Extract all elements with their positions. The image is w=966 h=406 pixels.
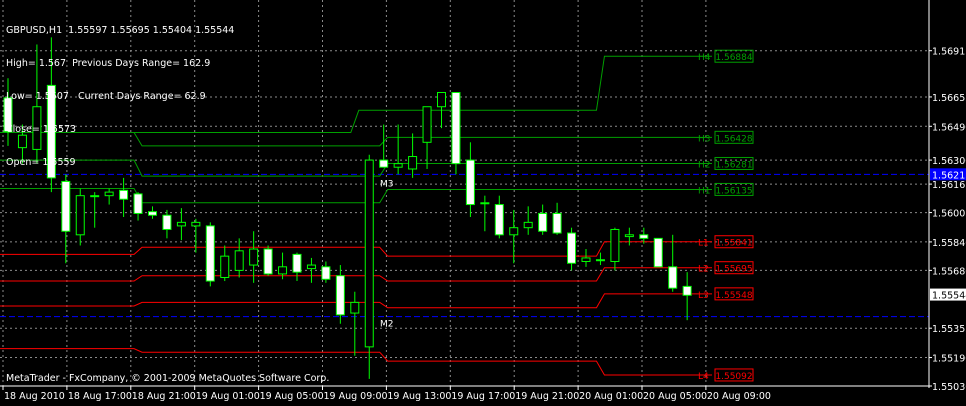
close-value: Close= 1.5573 <box>6 124 77 135</box>
candle-body[interactable] <box>119 189 129 200</box>
x-tick-label: 19 Aug 09:00 <box>324 391 388 402</box>
candle-body[interactable] <box>263 248 273 275</box>
y-tick-label: 1.56655 <box>932 93 966 104</box>
candle-body[interactable] <box>668 266 678 289</box>
x-tick-label: 18 Aug 21:00 <box>132 391 196 402</box>
candle-body[interactable] <box>523 221 533 229</box>
level-price-label: 1.56428 <box>715 134 752 144</box>
open-value: Open= 1.5559 <box>6 157 76 168</box>
candle-body[interactable] <box>364 159 374 348</box>
level-price-label: 1.56281 <box>715 160 752 170</box>
candle-body[interactable] <box>148 211 157 216</box>
candle-body[interactable] <box>61 180 71 232</box>
candle-body[interactable] <box>191 221 201 227</box>
candle-body[interactable] <box>249 248 259 266</box>
x-tick-label: 19 Aug 01:00 <box>196 391 260 402</box>
level-label-l3: L3 <box>698 291 709 301</box>
candle-body[interactable] <box>104 191 114 197</box>
pivot-price-label: 1.56215 <box>932 170 966 181</box>
level-line-l4 <box>0 348 712 376</box>
candle-body[interactable] <box>278 266 288 275</box>
candle-body[interactable] <box>552 212 562 234</box>
level-label-h3: H3 <box>698 134 711 144</box>
level-price-label: 1.55548 <box>715 291 752 301</box>
candle-body[interactable] <box>133 193 143 214</box>
symbol-line: GBPUSD,H1 1.55597 1.55695 1.55404 1.5554… <box>6 25 235 36</box>
x-tick-label: 20 Aug 09:00 <box>707 391 771 402</box>
candle-body[interactable] <box>75 195 85 236</box>
candle-body[interactable] <box>538 212 548 232</box>
x-tick-label: 19 Aug 05:00 <box>260 391 324 402</box>
level-label-h4: H4 <box>698 53 711 63</box>
candle-body[interactable] <box>408 156 418 170</box>
prev-range: Previous Days Range= 162.9 <box>72 58 211 69</box>
x-tick-label: 19 Aug 13:00 <box>387 391 451 402</box>
candle-body[interactable] <box>465 159 475 206</box>
candle-body[interactable] <box>379 159 389 168</box>
candle-body[interactable] <box>451 91 461 165</box>
y-tick-label: 1.56165 <box>932 180 966 191</box>
candle-body[interactable] <box>610 228 620 262</box>
level-line-l1 <box>0 241 712 257</box>
level-price-label: 1.55092 <box>715 372 752 382</box>
cur-range: Current Days Range= 62.9 <box>78 91 206 102</box>
level-price-label: 1.56135 <box>715 186 752 196</box>
low-value: Low= 1.5507 <box>6 91 69 102</box>
pivot-label-m2: M2 <box>380 320 394 330</box>
candle-body[interactable] <box>220 255 230 278</box>
candle-body[interactable] <box>393 163 403 168</box>
level-price-label: 1.55841 <box>715 239 752 249</box>
candle-body[interactable] <box>682 285 692 296</box>
y-tick-label: 1.56915 <box>932 47 966 58</box>
candle-body[interactable] <box>480 202 490 205</box>
copyright: MetaTrader - FxCompany, © 2001-2009 Meta… <box>6 373 330 384</box>
level-price-label: 1.56884 <box>715 53 752 63</box>
x-tick-label: 20 Aug 05:00 <box>643 391 707 402</box>
y-tick-label: 1.55355 <box>932 324 966 335</box>
candle-body[interactable] <box>653 237 663 268</box>
level-label-h2: H2 <box>698 160 711 170</box>
level-label-h1: H1 <box>698 186 711 196</box>
candle-body[interactable] <box>422 106 432 143</box>
candle-body[interactable] <box>234 250 244 271</box>
y-tick-label: 1.56300 <box>932 156 966 167</box>
y-tick-label: 1.55190 <box>932 354 966 365</box>
candle-body[interactable] <box>306 264 316 270</box>
candle-body[interactable] <box>494 204 504 236</box>
candle-body[interactable] <box>639 234 649 239</box>
y-tick-label: 1.56490 <box>932 122 966 133</box>
candle-body[interactable] <box>567 232 577 264</box>
candle-body[interactable] <box>335 275 345 316</box>
candle-body[interactable] <box>292 253 302 273</box>
candle-body[interactable] <box>162 214 172 230</box>
x-tick-label: 19 Aug 21:00 <box>515 391 579 402</box>
y-tick-label: 1.55840 <box>932 238 966 249</box>
level-line-l2 <box>0 267 712 282</box>
candle-body[interactable] <box>176 221 186 227</box>
current-price-label: 1.55544 <box>932 291 966 302</box>
high-value: High= 1.567 <box>6 58 67 69</box>
candle-body[interactable] <box>321 266 331 280</box>
level-price-label: 1.55695 <box>715 265 752 275</box>
candle-body[interactable] <box>509 227 519 236</box>
candle-body[interactable] <box>437 91 446 108</box>
x-tick-label: 19 Aug 17:00 <box>451 391 515 402</box>
x-tick-label: 18 Aug 17:00 <box>68 391 132 402</box>
x-tick-label: 20 Aug 01:00 <box>579 391 643 402</box>
x-tick-label: 18 Aug 2010 <box>4 391 65 402</box>
candle-body[interactable] <box>350 301 360 314</box>
y-tick-label: 1.56005 <box>932 209 966 220</box>
candle-body[interactable] <box>624 234 634 238</box>
candle-body[interactable] <box>581 257 591 262</box>
y-tick-label: 1.55030 <box>932 382 966 393</box>
info-panel: GBPUSD,H1 1.55597 1.55695 1.55404 1.5554… <box>6 3 234 179</box>
y-tick-label: 1.55680 <box>932 266 966 277</box>
candle-body[interactable] <box>90 195 100 198</box>
candle-body[interactable] <box>595 259 605 262</box>
level-label-l1: L1 <box>698 239 709 249</box>
level-label-l2: L2 <box>698 265 709 275</box>
pivot-label-m3: M3 <box>380 179 394 189</box>
candle-body[interactable] <box>205 225 215 282</box>
level-label-l4: L4 <box>698 372 709 382</box>
